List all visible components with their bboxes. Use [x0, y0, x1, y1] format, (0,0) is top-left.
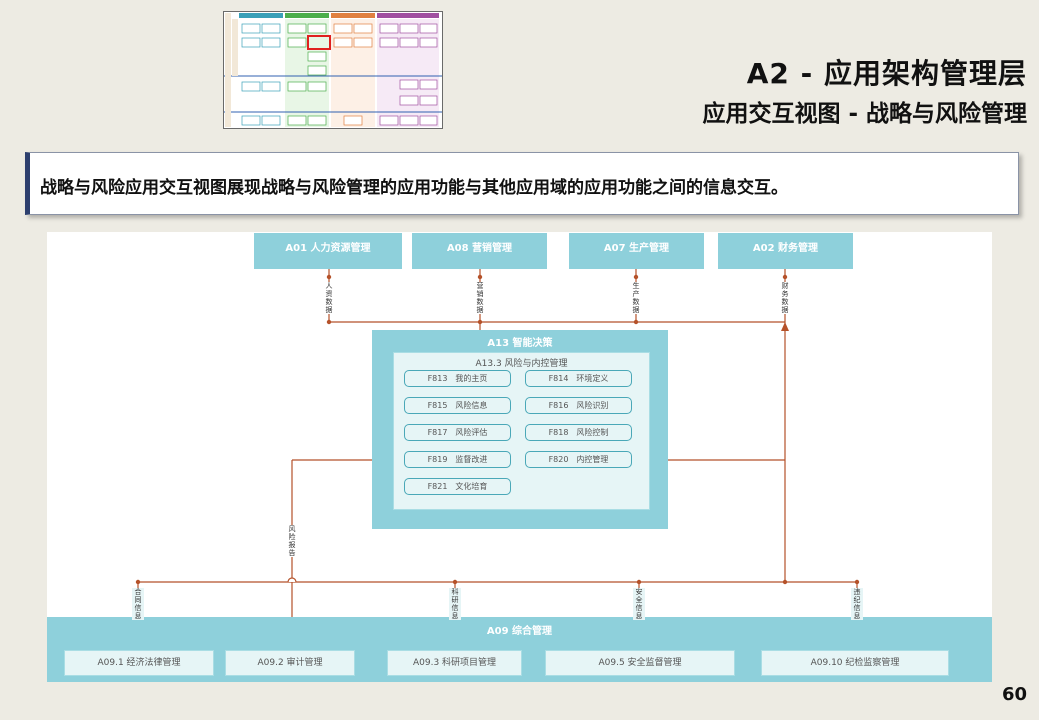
flow-label-discipline-info: 违纪信息	[851, 588, 863, 620]
overview-thumbnail	[223, 11, 443, 129]
function-f815: F815 风险信息	[404, 397, 511, 414]
flow-label-hr-data: 人资数据	[323, 282, 335, 314]
subdomain-a09-5: A09.5 安全监督管理	[545, 650, 735, 676]
a13-title: A13 智能决策	[487, 338, 553, 349]
function-f814: F814 环境定义	[525, 370, 632, 387]
page-title: A2 - 应用架构管理层	[746, 57, 1027, 90]
page-number: 60	[1001, 684, 1027, 705]
flow-label-finance-data: 财务数据	[779, 282, 791, 314]
function-f821: F821 文化培育	[404, 478, 511, 495]
function-f820: F820 内控管理	[525, 451, 632, 468]
domain-box-a09: A09 综合管理 A09.1 经济法律管理 A09.2 审计管理 A09.3 科…	[47, 617, 992, 682]
flow-label-research-info: 科研信息	[449, 588, 461, 620]
domain-box-a01: A01 人力资源管理	[254, 233, 402, 269]
a09-title: A09 综合管理	[486, 626, 553, 637]
page-subtitle: 应用交互视图 - 战略与风险管理	[702, 101, 1027, 127]
flow-label-risk-report: 风险报告	[286, 525, 298, 557]
function-f817: F817 风险评估	[404, 424, 511, 441]
subdomain-a09-2: A09.2 审计管理	[225, 650, 355, 676]
intro-text: 战略与风险应用交互视图展现战略与风险管理的应用功能与其他应用域的应用功能之间的信…	[40, 178, 788, 198]
subdomain-a09-3: A09.3 科研项目管理	[387, 650, 522, 676]
flow-label-contract-info: 合同信息	[132, 588, 144, 620]
domain-box-a08: A08 营销管理	[412, 233, 547, 269]
interaction-diagram: A01 人力资源管理 A08 营销管理 A07 生产管理 A02 财务管理 人资…	[47, 232, 992, 682]
subdomain-box-a13-3: A13.3 风险与内控管理 F813 我的主页 F814 环境定义 F815 风…	[393, 352, 650, 510]
function-f816: F816 风险识别	[525, 397, 632, 414]
subdomain-a09-1: A09.1 经济法律管理	[64, 650, 214, 676]
flow-label-safety-info: 安全信息	[633, 588, 645, 620]
domain-box-a13: A13 智能决策 A13.3 风险与内控管理 F813 我的主页 F814 环境…	[372, 330, 668, 529]
flow-label-marketing-data: 营销数据	[474, 282, 486, 314]
function-f813: F813 我的主页	[404, 370, 511, 387]
flow-label-production-data: 生产数据	[630, 282, 642, 314]
domain-box-a02: A02 财务管理	[718, 233, 853, 269]
a13-3-title: A13.3 风险与内控管理	[475, 359, 568, 369]
subdomain-a09-10: A09.10 纪检监察管理	[761, 650, 949, 676]
intro-callout: 战略与风险应用交互视图展现战略与风险管理的应用功能与其他应用域的应用功能之间的信…	[25, 152, 1019, 215]
domain-box-a07: A07 生产管理	[569, 233, 704, 269]
function-f818: F818 风险控制	[525, 424, 632, 441]
function-f819: F819 监督改进	[404, 451, 511, 468]
